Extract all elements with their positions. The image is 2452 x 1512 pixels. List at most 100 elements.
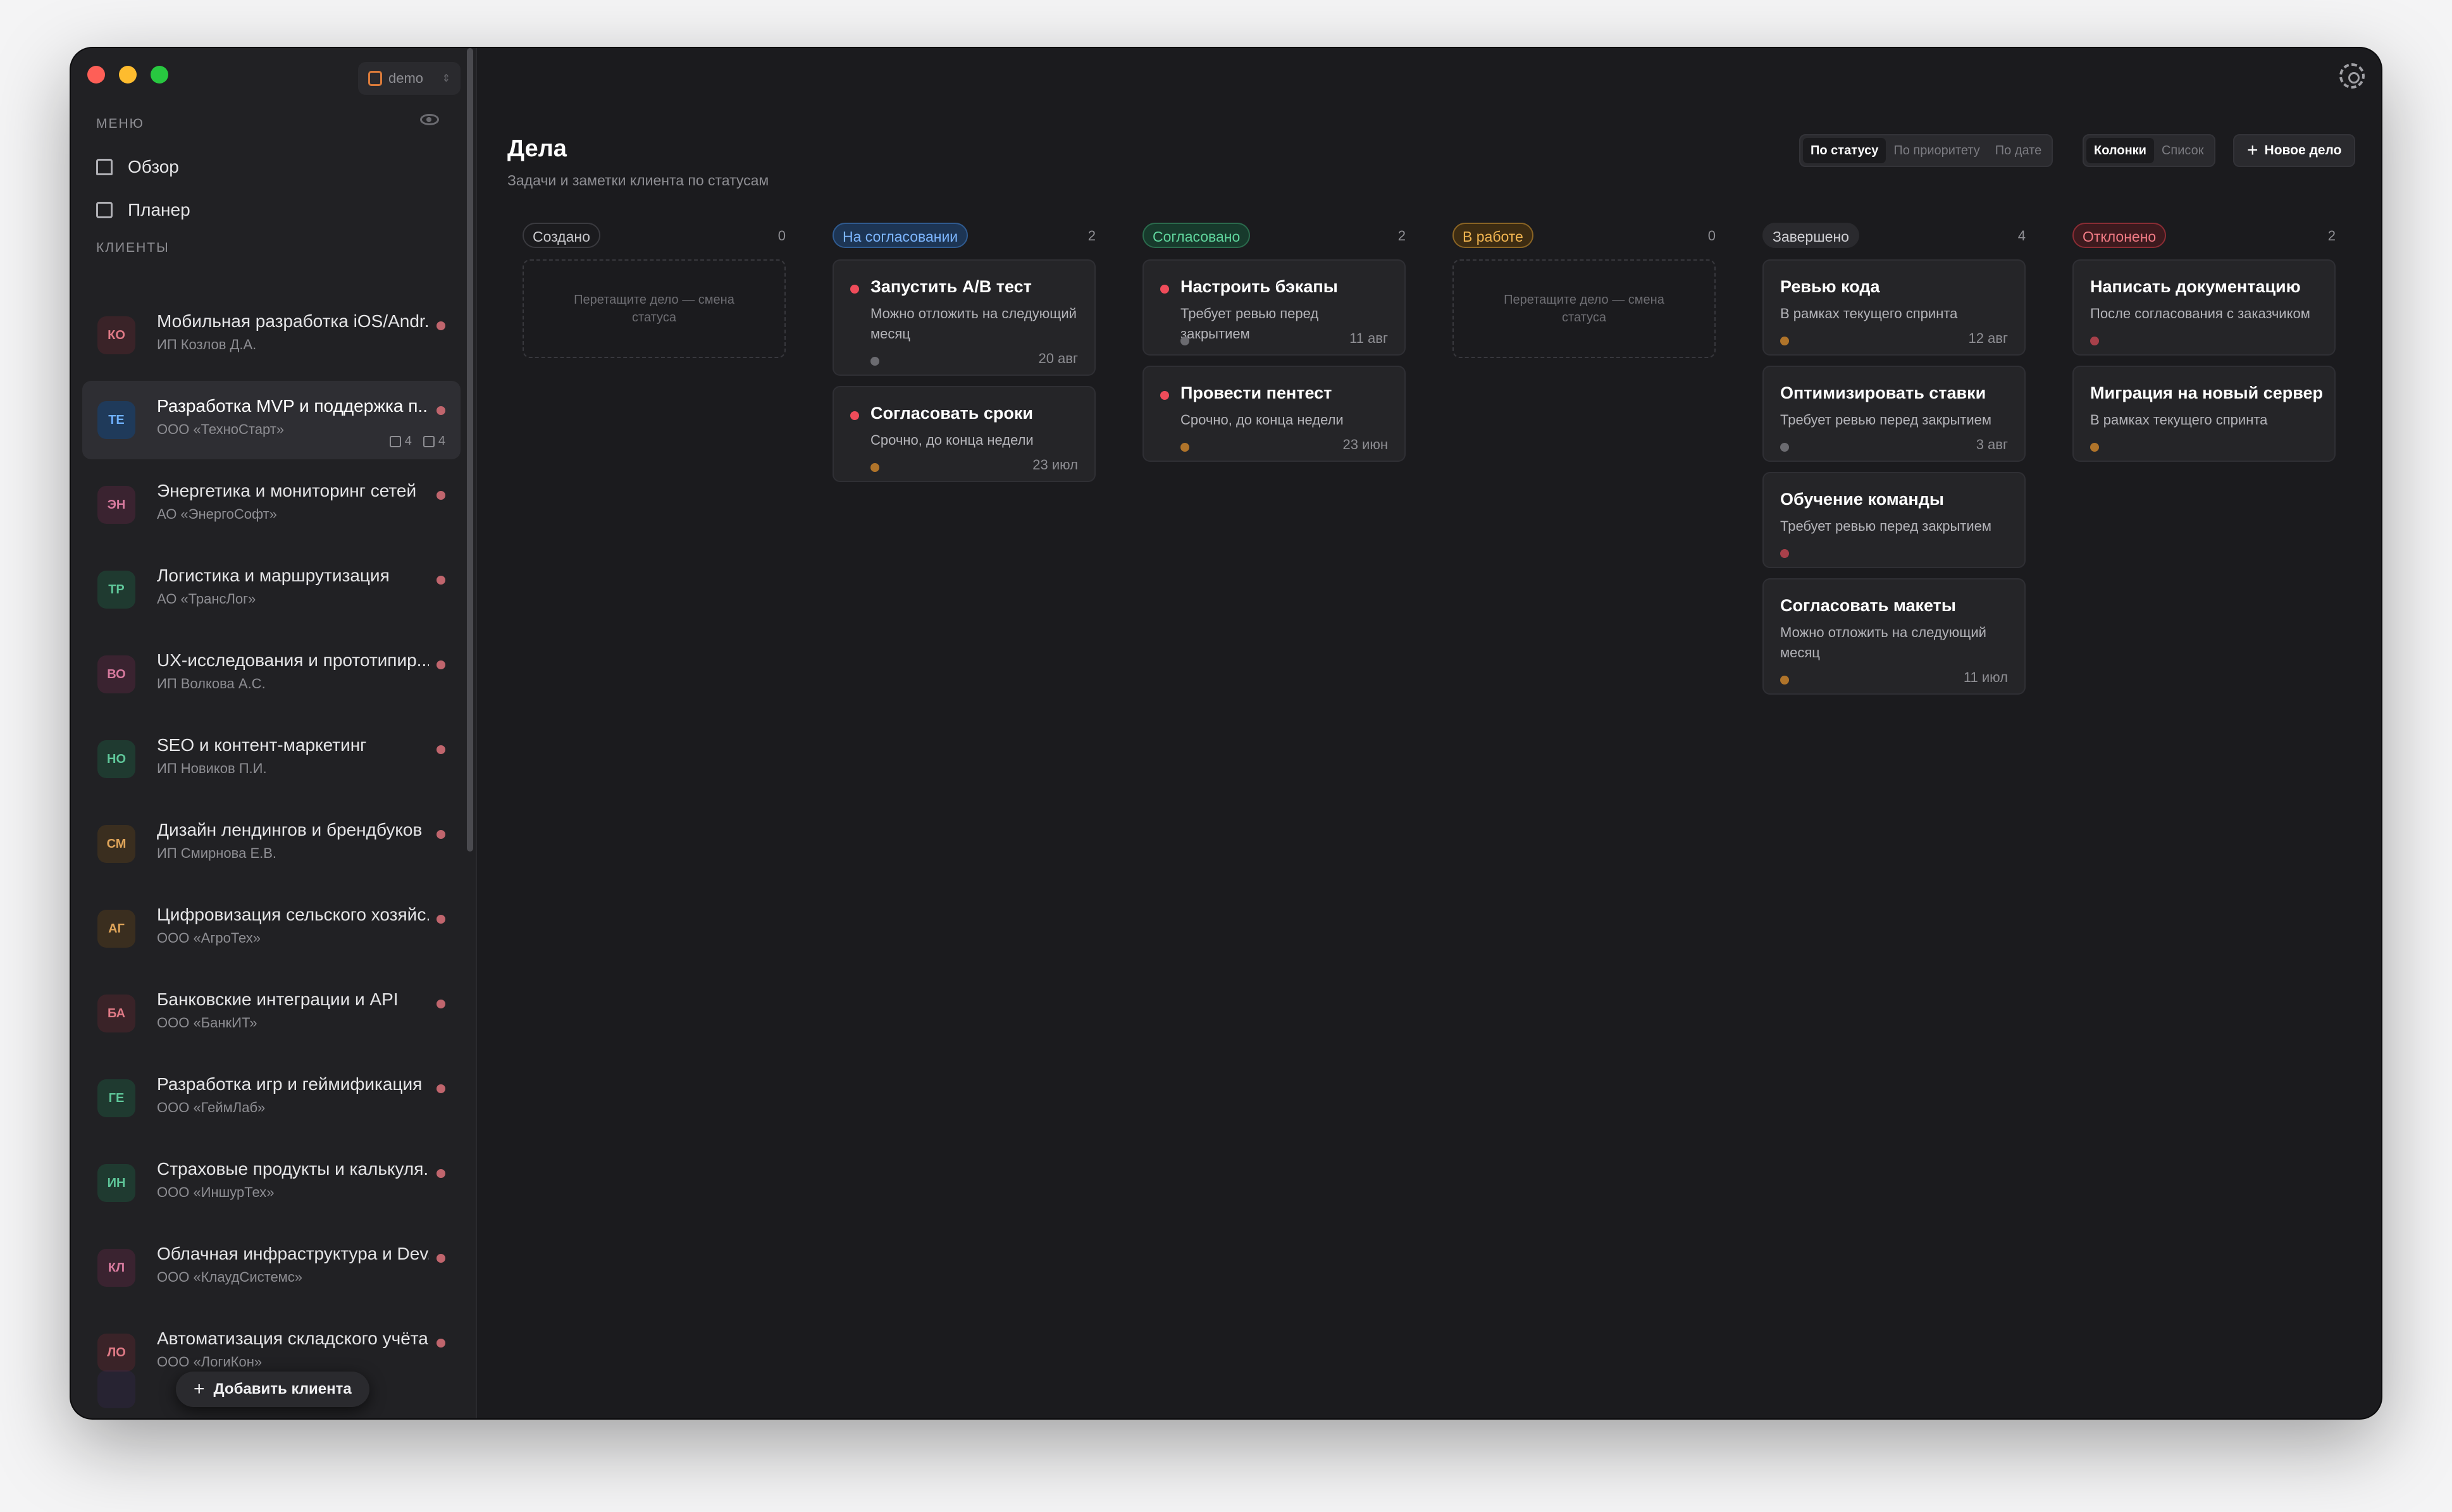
board-column: На согласовании 2 Запустить A/B тест Можно … — [833, 223, 1096, 482]
client-status-dot — [437, 1084, 445, 1093]
eye-icon[interactable] — [420, 114, 439, 125]
task-title: Провести пентест — [1180, 383, 1332, 402]
column-status-chip: На согласовании — [833, 223, 969, 248]
planner-icon — [96, 202, 113, 218]
group-by-toggle: По статусу По приоритету По дате — [1799, 134, 2053, 167]
add-client-label: Добавить клиента — [213, 1380, 352, 1397]
task-card[interactable]: Ревью кода В рамках текущего спринта 12 ав… — [1762, 259, 2026, 356]
client-company: ООО «ГеймЛаб» — [157, 1100, 266, 1115]
client-status-dot — [437, 830, 445, 839]
add-client-button[interactable]: + Добавить клиента — [176, 1372, 369, 1407]
client-item[interactable]: ТЕ Разработка MVP и поддержка п... ООО «Те… — [82, 381, 461, 459]
task-title: Ревью кода — [1780, 277, 1880, 296]
task-card[interactable]: Оптимизировать ставки Требует ревью перед… — [1762, 366, 2026, 462]
task-tag-dot — [870, 357, 879, 366]
new-task-button[interactable]: + Новое дело — [2233, 134, 2356, 167]
client-item[interactable]: ВО UX-исследования и прототипир... ИП Волк… — [82, 635, 461, 714]
task-title: Согласовать макеты — [1780, 596, 1956, 615]
group-by-status[interactable]: По статусу — [1803, 138, 1886, 163]
client-title: Дизайн лендингов и брендбуков — [157, 820, 423, 840]
chevron-updown-icon: ⇕ — [442, 73, 450, 84]
nav-item-planner[interactable]: Планер — [96, 200, 190, 220]
client-avatar: АГ — [97, 910, 135, 948]
client-item[interactable]: ЭН Энергетика и мониторинг сетей АО «Энерг… — [82, 466, 461, 544]
task-card[interactable]: Провести пентест Срочно, до конца недели 2… — [1142, 366, 1406, 462]
client-item[interactable]: СМ Дизайн лендингов и брендбуков ИП Смирно… — [82, 805, 461, 883]
sidebar-scrollbar[interactable] — [467, 48, 473, 852]
workspace-switcher[interactable]: demo ⇕ — [358, 62, 461, 95]
task-card[interactable]: Обучение команды Требует ревью перед закр… — [1762, 472, 2026, 568]
client-company: ИП Козлов Д.А. — [157, 337, 257, 352]
close-window-button[interactable] — [87, 66, 105, 84]
task-title: Миграция на новый сервер — [2090, 383, 2323, 402]
client-item[interactable]: ГЕ Разработка игр и геймификация ООО «Гейм… — [82, 1059, 461, 1137]
view-list[interactable]: Список — [2154, 138, 2212, 163]
client-avatar: НО — [97, 740, 135, 778]
client-item[interactable]: КЛ Облачная инфраструктура и Dev... ООО «К… — [82, 1229, 461, 1307]
drop-zone[interactable]: Перетащите дело — смена статуса — [523, 259, 786, 358]
task-description: Можно отложить на следующий месяц — [870, 306, 1077, 342]
client-status-dot — [437, 745, 445, 754]
task-card[interactable]: Написать документацию После согласования … — [2072, 259, 2336, 356]
task-card[interactable]: Согласовать сроки Срочно, до конца недели… — [833, 386, 1096, 482]
task-title: Запустить A/B тест — [870, 277, 1032, 296]
priority-dot — [850, 411, 859, 420]
column-count: 2 — [1087, 228, 1096, 244]
task-tag-dot — [1180, 443, 1189, 452]
column-status-chip: Завершено — [1762, 223, 1859, 248]
client-item[interactable]: ТР Логистика и маршрутизация АО «ТрансЛог» — [82, 550, 461, 629]
new-task-label: Новое дело — [2264, 143, 2342, 158]
gear-icon[interactable] — [2339, 63, 2365, 89]
client-avatar: СМ — [97, 825, 135, 863]
column-count: 0 — [1707, 228, 1716, 244]
task-tag-dot — [1780, 549, 1789, 558]
task-date: 23 июн — [1342, 437, 1388, 452]
client-item[interactable]: КО Мобильная разработка iOS/Andr... ИП Коз… — [82, 296, 461, 375]
column-header: Согласовано 2 — [1142, 223, 1406, 251]
task-card[interactable]: Согласовать макеты Можно отложить на след… — [1762, 578, 2026, 695]
client-item[interactable]: ИН Страховые продукты и калькуля... ООО «И… — [82, 1144, 461, 1222]
task-tag-dot — [2090, 337, 2099, 345]
client-stats: 44 — [389, 434, 445, 449]
client-company: ООО «АгроТех» — [157, 930, 261, 946]
plus-icon: + — [2247, 140, 2258, 161]
client-company: ООО «КлаудСистемс» — [157, 1269, 303, 1285]
column-header: Отклонено 2 — [2072, 223, 2336, 251]
nav-item-label: Обзор — [128, 157, 179, 177]
client-company: ООО «ТехноСтарт» — [157, 421, 285, 437]
client-status-dot — [437, 491, 445, 500]
task-title: Обучение команды — [1780, 490, 1944, 509]
column-count: 2 — [2327, 228, 2336, 244]
client-item[interactable]: БА Банковские интеграции и API ООО «БанкИТ… — [82, 974, 461, 1053]
page-title: Дела — [507, 135, 567, 162]
column-count: 0 — [777, 228, 786, 244]
client-title: UX-исследования и прототипир... — [157, 650, 429, 670]
clients-section-label: КЛИЕНТЫ — [96, 240, 170, 255]
task-card[interactable]: Запустить A/B тест Можно отложить на след… — [833, 259, 1096, 376]
view-columns[interactable]: Колонки — [2086, 138, 2154, 163]
client-item[interactable]: НО SEO и контент-маркетинг ИП Новиков П.И. — [82, 720, 461, 798]
board-column: Согласовано 2 Настроить бэкапы Требует ревь… — [1142, 223, 1406, 462]
zoom-window-button[interactable] — [151, 66, 168, 84]
client-avatar: ТЕ — [97, 401, 135, 439]
client-item[interactable]: АГ Цифровизация сельского хозяйс... ООО «А… — [82, 889, 461, 968]
client-title: Облачная инфраструктура и Dev... — [157, 1244, 429, 1263]
task-tag-dot — [1780, 676, 1789, 685]
task-tag-dot — [1180, 337, 1189, 345]
task-card[interactable]: Настроить бэкапы Требует ревью перед закр… — [1142, 259, 1406, 356]
group-by-priority[interactable]: По приоритету — [1886, 138, 1987, 163]
task-date: 12 авг — [1968, 330, 2008, 346]
client-title: Разработка MVP и поддержка п... — [157, 396, 429, 416]
task-card[interactable]: Миграция на новый сервер В рамках текущег… — [2072, 366, 2336, 462]
view-toggle: Колонки Список — [2083, 134, 2215, 167]
drop-zone[interactable]: Перетащите дело — смена статуса — [1452, 259, 1716, 358]
minimize-window-button[interactable] — [119, 66, 137, 84]
group-by-date[interactable]: По дате — [1988, 138, 2049, 163]
client-title: Энергетика и мониторинг сетей — [157, 481, 417, 500]
menu-section-label: МЕНЮ — [96, 116, 144, 131]
client-avatar: ИН — [97, 1164, 135, 1202]
plus-icon: + — [194, 1379, 205, 1399]
nav-item-overview[interactable]: Обзор — [96, 157, 179, 177]
client-title: SEO и контент-маркетинг — [157, 735, 367, 755]
client-status-dot — [437, 1000, 445, 1008]
